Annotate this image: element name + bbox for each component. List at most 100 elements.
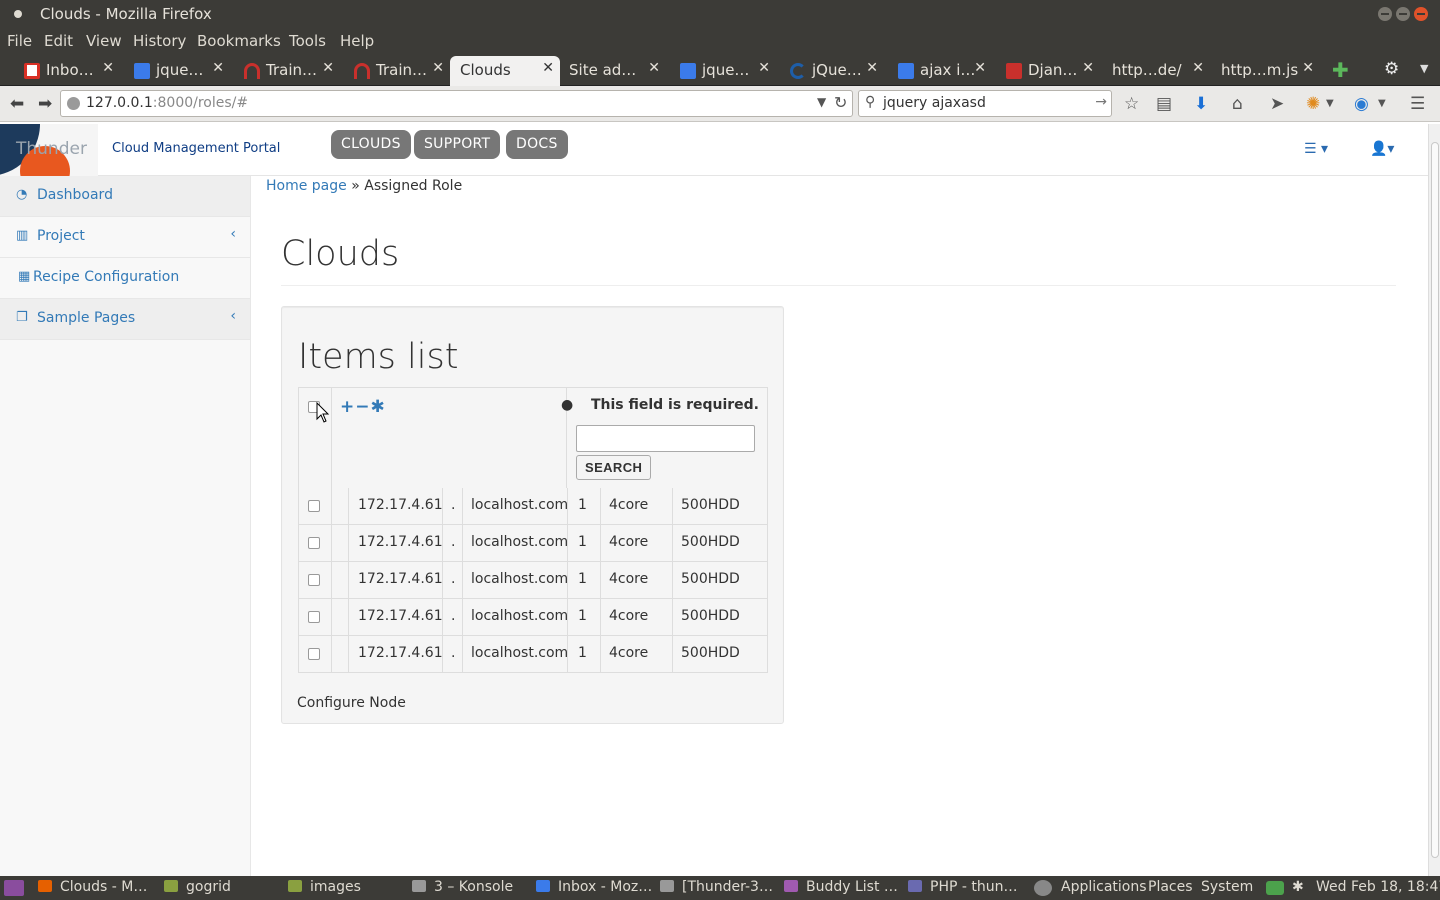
- addon-icon[interactable]: ◉: [1354, 94, 1369, 114]
- sidebar-item-sample-pages[interactable]: ❐ Sample Pages ‹: [0, 299, 250, 340]
- portal-title[interactable]: Cloud Management Portal: [112, 141, 280, 156]
- places-menu[interactable]: Places: [1148, 879, 1193, 895]
- breadcrumb-home-link[interactable]: Home page: [266, 178, 347, 194]
- configure-node-link[interactable]: Configure Node: [297, 695, 406, 711]
- scrollbar-thumb[interactable]: [1431, 142, 1439, 858]
- tab-list-icon[interactable]: ▼: [1420, 62, 1428, 75]
- taskbar-window-button[interactable]: Inbox - Moz…: [536, 879, 652, 895]
- user-icon[interactable]: 👤▾: [1370, 141, 1394, 157]
- table-row[interactable]: 172.17.4.61. localhost.com 1 4core 500HDD: [298, 488, 768, 525]
- row-checkbox[interactable]: [308, 648, 320, 660]
- home-icon[interactable]: ⌂: [1232, 94, 1243, 114]
- tab-ajax[interactable]: ajax i… ✕: [884, 56, 992, 86]
- search-input[interactable]: jquery ajaxasd: [883, 95, 986, 111]
- applications-menu[interactable]: Applications: [1061, 879, 1147, 895]
- search-icon[interactable]: ⚲: [865, 94, 875, 110]
- menu-history[interactable]: History: [133, 32, 186, 50]
- url-bar[interactable]: 127.0.0.1:8000/roles/# ▼ ↻: [60, 90, 853, 117]
- taskbar-window-button[interactable]: 3 – Konsole: [412, 879, 513, 895]
- reload-icon[interactable]: ↻: [834, 93, 847, 112]
- close-tab-icon[interactable]: ✕: [974, 60, 986, 76]
- row-checkbox[interactable]: [308, 611, 320, 623]
- minimize-button[interactable]: [1378, 7, 1392, 21]
- taskbar-window-button[interactable]: images: [288, 879, 361, 895]
- new-tab-icon[interactable]: ✚: [1332, 58, 1349, 82]
- tab-http-2[interactable]: http…m.js ✕: [1210, 56, 1320, 86]
- row-checkbox[interactable]: [308, 500, 320, 512]
- close-tab-icon[interactable]: ✕: [102, 60, 114, 76]
- addon-dropdown-icon[interactable]: ▼: [1378, 98, 1386, 109]
- download-icon[interactable]: ⬇: [1194, 94, 1208, 114]
- clock[interactable]: Wed Feb 18, 18:47: [1316, 879, 1440, 895]
- network-icon[interactable]: [1266, 881, 1284, 895]
- menu-view[interactable]: View: [86, 32, 122, 50]
- close-tab-icon[interactable]: ✕: [322, 60, 334, 76]
- window-menu-icon[interactable]: [14, 10, 22, 18]
- search-button[interactable]: SEARCH: [576, 455, 652, 480]
- forward-icon[interactable]: ➡: [38, 94, 52, 114]
- tab-django[interactable]: Djan… ✕: [992, 56, 1100, 86]
- close-tab-icon[interactable]: ✕: [1302, 60, 1314, 76]
- close-tab-icon[interactable]: ✕: [1082, 60, 1094, 76]
- tab-http-1[interactable]: http…de/ ✕: [1100, 56, 1210, 86]
- grid-tools-icons[interactable]: +−✱: [340, 397, 386, 417]
- table-row[interactable]: 172.17.4.61. localhost.com 1 4core 500HDD: [298, 599, 768, 636]
- maximize-button[interactable]: [1396, 7, 1410, 21]
- site-identity-icon[interactable]: [67, 97, 80, 110]
- bluetooth-icon[interactable]: ✱: [1292, 879, 1304, 895]
- tab-site-admin[interactable]: Site ad… ✕: [560, 56, 666, 86]
- show-desktop-icon[interactable]: [4, 880, 24, 896]
- system-menu[interactable]: System: [1201, 879, 1253, 895]
- history-dropdown-icon[interactable]: ▼: [817, 95, 826, 109]
- vertical-scrollbar[interactable]: [1428, 124, 1440, 876]
- taskbar-window-button[interactable]: Clouds - M…: [38, 879, 147, 895]
- reading-list-icon[interactable]: ▤: [1156, 94, 1172, 114]
- search-bar[interactable]: ⚲ jquery ajaxasd →: [858, 90, 1112, 117]
- taskbar-window-button[interactable]: gogrid: [164, 879, 231, 895]
- tab-train-1[interactable]: Train… ✕: [230, 56, 340, 86]
- taskbar-window-button[interactable]: Buddy List …: [784, 879, 898, 895]
- search-go-icon[interactable]: →: [1095, 94, 1107, 110]
- support-button[interactable]: SUPPORT: [414, 130, 501, 159]
- menu-file[interactable]: File: [7, 32, 32, 50]
- sidebar-item-project[interactable]: ▥ Project ‹: [0, 217, 250, 258]
- row-checkbox[interactable]: [308, 537, 320, 549]
- close-window-button[interactable]: [1414, 7, 1428, 21]
- back-icon[interactable]: ⬅: [10, 94, 24, 114]
- menu-edit[interactable]: Edit: [44, 32, 73, 50]
- menu-tools[interactable]: Tools: [289, 32, 326, 50]
- sidebar-item-recipe-configuration[interactable]: ▦ Recipe Configuration: [0, 258, 250, 299]
- url-text[interactable]: 127.0.0.1:8000/roles/#: [86, 95, 248, 111]
- close-tab-icon[interactable]: ✕: [542, 60, 554, 76]
- menu-bookmarks[interactable]: Bookmarks: [197, 32, 281, 50]
- clouds-button[interactable]: CLOUDS: [331, 130, 411, 159]
- close-tab-icon[interactable]: ✕: [1192, 60, 1204, 76]
- logo[interactable]: Thunder: [0, 124, 98, 176]
- tab-clouds[interactable]: Clouds ✕: [450, 56, 560, 86]
- close-tab-icon[interactable]: ✕: [648, 60, 660, 76]
- taskbar-window-button[interactable]: PHP - thun…: [908, 879, 1017, 895]
- table-row[interactable]: 172.17.4.61. localhost.com 1 4core 500HDD: [298, 636, 768, 673]
- extension-dropdown-icon[interactable]: ▼: [1326, 98, 1334, 109]
- tab-train-2[interactable]: Train… ✕: [340, 56, 450, 86]
- close-tab-icon[interactable]: ✕: [212, 60, 224, 76]
- table-row[interactable]: 172.17.4.61. localhost.com 1 4core 500HDD: [298, 562, 768, 599]
- tab-jquery-3[interactable]: jQue… ✕: [776, 56, 884, 86]
- menu-help[interactable]: Help: [340, 32, 374, 50]
- tab-inbox[interactable]: Inbo… ✕: [10, 56, 120, 86]
- row-checkbox[interactable]: [308, 574, 320, 586]
- send-icon[interactable]: ➤: [1270, 94, 1284, 114]
- close-tab-icon[interactable]: ✕: [866, 60, 878, 76]
- list-menu-icon[interactable]: ☰ ▾: [1304, 141, 1328, 157]
- grid-search-input[interactable]: [576, 425, 755, 452]
- hamburger-menu-icon[interactable]: ☰: [1410, 94, 1425, 114]
- gear-icon[interactable]: ⚙: [1384, 59, 1399, 79]
- bookmark-star-icon[interactable]: ☆: [1124, 94, 1139, 114]
- table-row[interactable]: 172.17.4.61. localhost.com 1 4core 500HDD: [298, 525, 768, 562]
- tab-jquery-1[interactable]: jque… ✕: [120, 56, 230, 86]
- taskbar-window-button[interactable]: [Thunder-3…: [660, 879, 773, 895]
- sidebar-item-dashboard[interactable]: ◔ Dashboard: [0, 176, 250, 217]
- docs-button[interactable]: DOCS: [506, 130, 568, 159]
- close-tab-icon[interactable]: ✕: [432, 60, 444, 76]
- tab-jquery-2[interactable]: jque… ✕: [666, 56, 776, 86]
